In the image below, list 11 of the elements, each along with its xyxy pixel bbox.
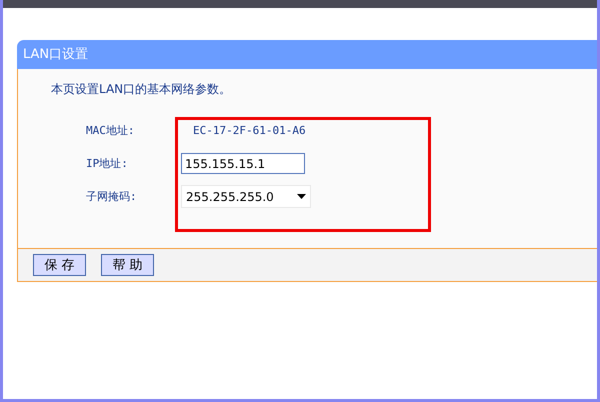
field-label: MAC地址: (85, 123, 136, 138)
caret-icon (297, 194, 306, 199)
ip-input-field[interactable]: 155.155.15.1 (181, 153, 305, 174)
panel-title: LAN口设置 (17, 40, 597, 69)
help-button[interactable]: 帮 助 (101, 254, 154, 276)
subnet-dropdown[interactable]: 255.255.255.0 (181, 185, 311, 208)
field-label: 子网掩码: (85, 189, 138, 204)
mac-value: EC-17-2F-61-01-A6 (193, 124, 306, 137)
field-label: IP地址: (85, 156, 129, 171)
description-text: 本页设置LAN口的基本网络参数。 (51, 81, 232, 98)
save-button[interactable]: 保 存 (33, 254, 86, 276)
